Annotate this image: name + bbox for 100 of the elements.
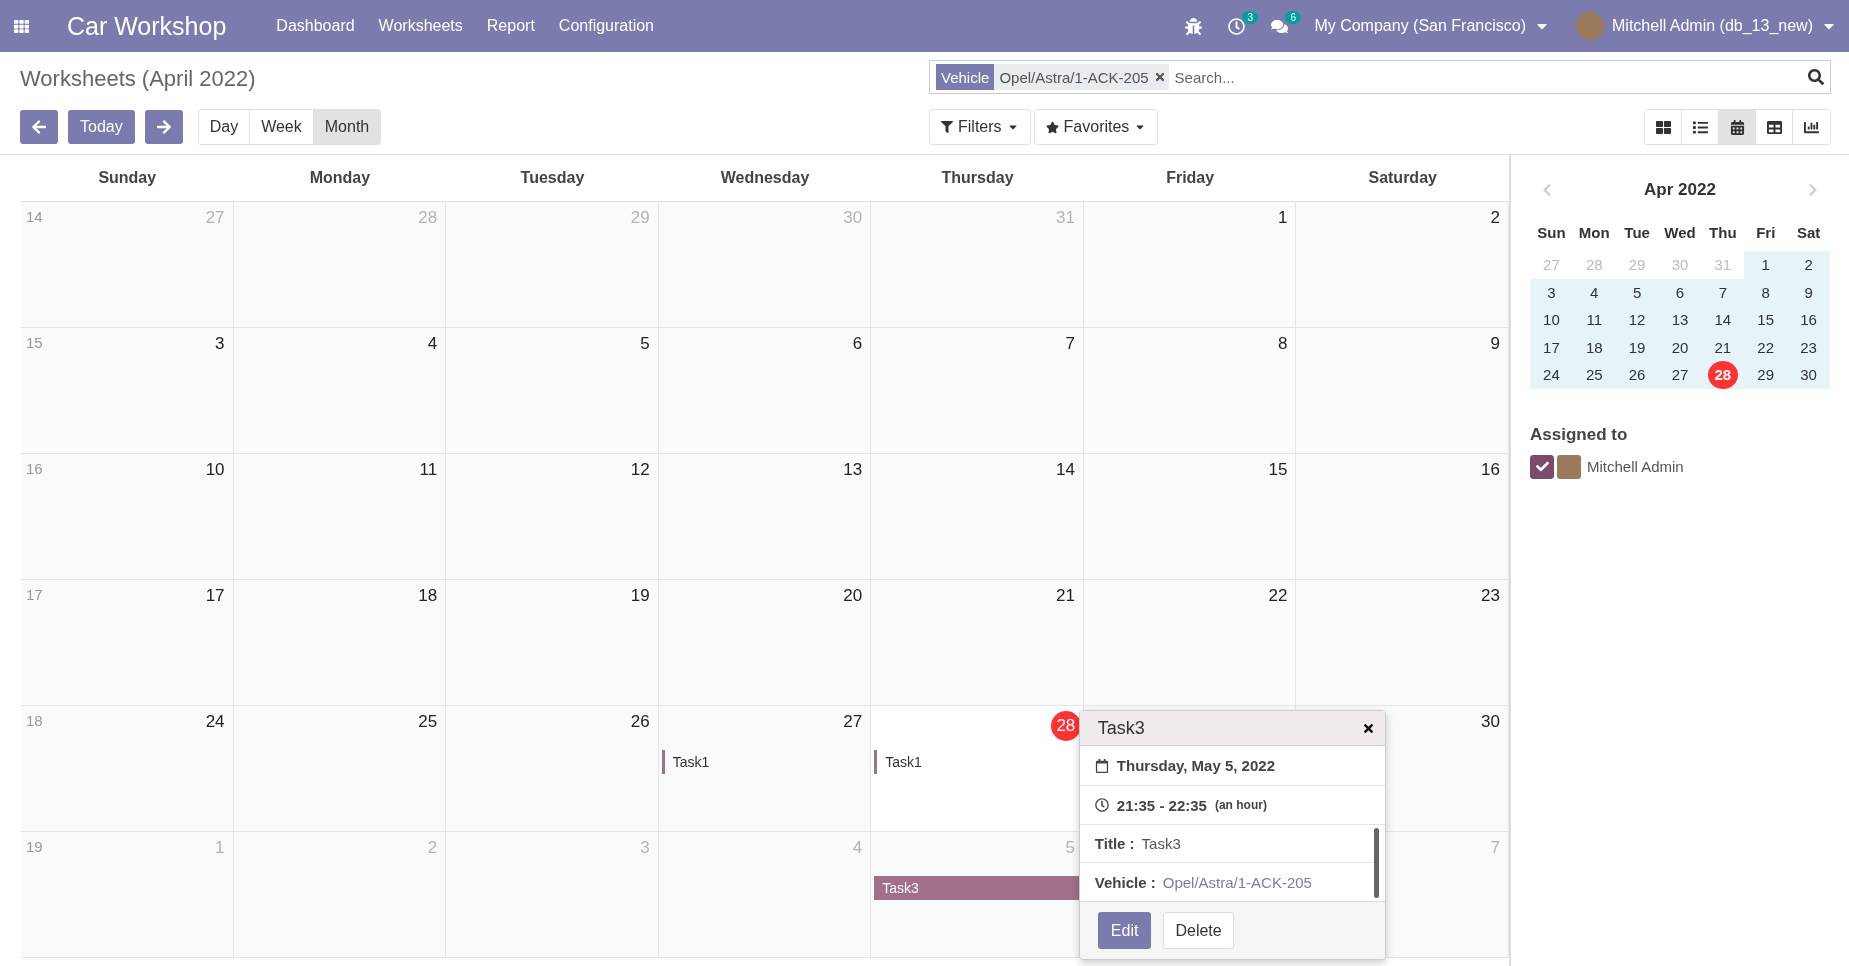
day-cell[interactable]: 6: [658, 328, 872, 454]
day-number: 2: [427, 838, 438, 858]
today-badge: 28: [1050, 711, 1081, 741]
mini-day[interactable]: 7: [1701, 278, 1745, 306]
page-title: Worksheets (April 2022): [20, 65, 257, 92]
close-icon[interactable]: [1153, 71, 1166, 83]
bug-icon[interactable]: [1185, 17, 1203, 35]
day-cell[interactable]: 15: [1083, 454, 1297, 580]
mini-day[interactable]: 28: [1701, 361, 1745, 389]
day-number: 11: [419, 460, 438, 480]
week-number: 16: [26, 460, 43, 477]
mini-day[interactable]: 12: [1615, 306, 1659, 334]
day-cell[interactable]: 12: [446, 454, 659, 580]
day-cell[interactable]: 8: [1083, 328, 1297, 454]
mini-day[interactable]: 14: [1701, 306, 1745, 334]
day-cell[interactable]: 23: [1296, 580, 1509, 706]
previous-button[interactable]: [20, 110, 58, 144]
mini-day[interactable]: 11: [1572, 306, 1616, 334]
day-cell[interactable]: 14: [871, 454, 1084, 580]
mini-weekday: Tue: [1623, 222, 1651, 243]
mini-day[interactable]: 8: [1744, 278, 1788, 306]
delete-button[interactable]: Delete: [1163, 912, 1234, 949]
search-field[interactable]: Vehicle Opel/Astra/1-ACK-205 Search...: [929, 60, 1831, 94]
day-cell[interactable]: 4: [233, 328, 447, 454]
kanban-icon: [1655, 119, 1671, 135]
day-cell[interactable]: 19: [446, 580, 659, 706]
today-button[interactable]: Today: [68, 110, 135, 144]
menu-item[interactable]: Worksheets: [378, 17, 463, 35]
day-cell[interactable]: 2: [1296, 202, 1509, 328]
mini-day[interactable]: 30: [1787, 361, 1830, 389]
mini-day[interactable]: 3: [1530, 278, 1573, 306]
clock-icon[interactable]: [1228, 17, 1246, 35]
day-cell[interactable]: 16: [1296, 454, 1509, 580]
day-cell[interactable]: 16 10: [21, 454, 234, 580]
mini-day[interactable]: 6: [1658, 278, 1702, 306]
menu-item[interactable]: Report: [486, 17, 535, 35]
mini-day[interactable]: 2: [1787, 251, 1830, 279]
menu-item[interactable]: Configuration: [558, 17, 654, 35]
day-cell[interactable]: 9: [1296, 328, 1509, 454]
search-icon[interactable]: [1808, 69, 1824, 85]
day-cell[interactable]: 17 17: [21, 580, 234, 706]
mini-day[interactable]: 22: [1744, 333, 1788, 361]
day-cell[interactable]: 26: [446, 706, 659, 832]
mini-day[interactable]: 5: [1615, 278, 1659, 306]
scale-button[interactable]: Month: [313, 110, 381, 144]
scale-button[interactable]: Day: [198, 110, 251, 144]
mini-day[interactable]: 10: [1530, 306, 1573, 334]
attendee-name: Mitchell Admin: [1587, 458, 1684, 475]
day-number: 7: [1065, 334, 1075, 354]
user-menu[interactable]: Mitchell Admin (db_13_new): [1576, 12, 1837, 40]
favorites-dropdown[interactable]: Favorites: [1033, 109, 1159, 145]
day-cell[interactable]: 13: [658, 454, 872, 580]
apps-menu-icon[interactable]: [14, 18, 29, 34]
day-cell[interactable]: 7: [871, 328, 1084, 454]
day-cell[interactable]: 27 Task1: [658, 706, 872, 832]
day-cell[interactable]: 11: [233, 454, 447, 580]
field-label: Title :: [1094, 835, 1135, 852]
week-number: 19: [26, 838, 43, 855]
day-number: 20: [843, 586, 863, 606]
calendar-view-button[interactable]: [1719, 110, 1756, 144]
mini-day[interactable]: 29: [1744, 361, 1788, 389]
chat-icon[interactable]: [1271, 17, 1289, 35]
kanban-view-button[interactable]: [1645, 110, 1682, 144]
mini-day[interactable]: 16: [1787, 306, 1830, 334]
event-date: Thursday, May 5, 2022: [1116, 757, 1275, 774]
day-cell[interactable]: 22: [1083, 580, 1297, 706]
day-cell[interactable]: 15 3: [21, 328, 234, 454]
filters-dropdown[interactable]: Filters: [929, 109, 1031, 145]
mini-day[interactable]: 21: [1701, 333, 1745, 361]
day-cell[interactable]: 20: [658, 580, 872, 706]
mini-day[interactable]: 26: [1615, 361, 1659, 389]
filter-title: Assigned to: [1530, 424, 1629, 445]
day-cell[interactable]: 18 24: [21, 706, 234, 832]
mini-day[interactable]: 15: [1744, 306, 1788, 334]
calendar-event[interactable]: Task3: [874, 876, 1079, 900]
day-cell[interactable]: 5: [446, 328, 659, 454]
mini-day[interactable]: 4: [1572, 278, 1616, 306]
app-name: Car Workshop: [67, 11, 227, 41]
calendar-event[interactable]: Task1: [661, 750, 867, 774]
checkbox[interactable]: [1530, 454, 1554, 479]
mini-day[interactable]: 9: [1787, 278, 1830, 306]
next-button[interactable]: [144, 110, 183, 144]
mini-day[interactable]: 27: [1658, 361, 1702, 389]
mini-day[interactable]: 17: [1530, 333, 1573, 361]
day-cell[interactable]: 25: [233, 706, 447, 832]
mini-day[interactable]: 23: [1787, 333, 1830, 361]
mini-day[interactable]: 25: [1572, 361, 1616, 389]
mini-day[interactable]: 24: [1530, 361, 1573, 389]
attendee-avatar: [1557, 454, 1581, 479]
day-number: 6: [852, 334, 863, 354]
close-icon[interactable]: [1361, 721, 1375, 735]
mini-day[interactable]: 13: [1658, 306, 1702, 334]
filters-label: Filters: [958, 118, 1002, 136]
day-cell[interactable]: 1: [1083, 202, 1297, 328]
day-cell[interactable]: 18: [233, 580, 447, 706]
menu-item[interactable]: Dashboard: [276, 17, 355, 35]
edit-button[interactable]: Edit: [1097, 912, 1152, 949]
mini-day[interactable]: 1: [1744, 251, 1788, 279]
day-cell[interactable]: 21: [871, 580, 1084, 706]
day-cell[interactable]: 28 Task1: [871, 706, 1084, 832]
